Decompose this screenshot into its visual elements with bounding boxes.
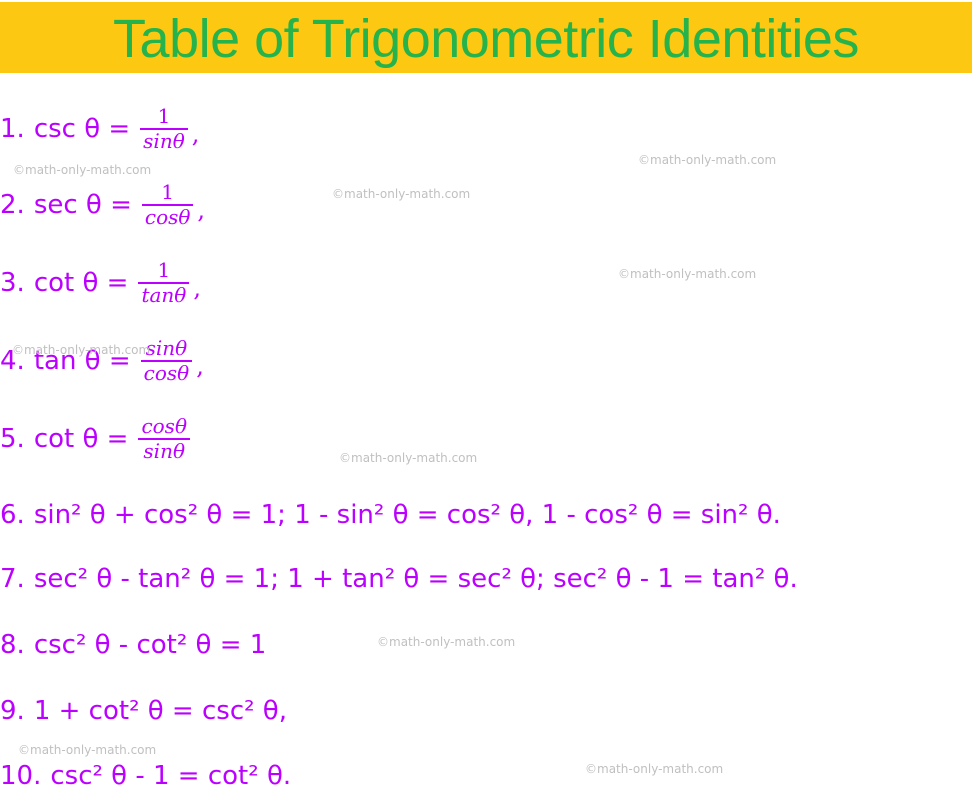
denominator: cosθ xyxy=(144,205,191,229)
identity-number: 6. xyxy=(0,500,25,530)
watermark: ©math-only-math.com xyxy=(377,635,516,649)
watermark: ©math-only-math.com xyxy=(638,153,777,167)
denominator: sinθ xyxy=(143,439,185,463)
fraction: 1 cosθ xyxy=(141,180,194,229)
fraction: 1 tanθ xyxy=(138,258,190,307)
identity-8: 8. csc² θ - cot² θ = 1 xyxy=(0,630,266,660)
identity-9: 9. 1 + cot² θ = csc² θ, xyxy=(0,696,287,726)
identity-number: 1. xyxy=(0,114,25,144)
watermark: ©math-only-math.com xyxy=(18,743,157,757)
numerator: 1 xyxy=(161,180,175,204)
watermark: ©math-only-math.com xyxy=(339,451,478,465)
identity-text: sin² θ + cos² θ = 1; 1 - sin² θ = cos² θ… xyxy=(33,500,781,530)
watermark: ©math-only-math.com xyxy=(332,187,471,201)
identity-lhs: csc θ = xyxy=(33,114,131,144)
identity-number: 8. xyxy=(0,630,25,660)
identity-3: 3. cot θ = 1 tanθ , xyxy=(0,260,201,306)
identity-number: 2. xyxy=(0,190,25,220)
denominator: tanθ xyxy=(141,283,187,307)
identity-number: 3. xyxy=(0,268,25,298)
identity-1: 1. csc θ = 1 sinθ , xyxy=(0,106,199,152)
watermark: ©math-only-math.com xyxy=(13,163,152,177)
identity-5: 5. cot θ = cosθ sinθ xyxy=(0,416,192,462)
identity-number: 10. xyxy=(0,761,42,791)
watermark: ©math-only-math.com xyxy=(585,762,724,776)
identity-lhs: cot θ = xyxy=(33,268,129,298)
identity-10: 10. csc² θ - 1 = cot² θ. xyxy=(0,761,291,791)
identity-7: 7. sec² θ - tan² θ = 1; 1 + tan² θ = sec… xyxy=(0,564,798,594)
identity-number: 5. xyxy=(0,424,25,454)
identity-text: 1 + cot² θ = csc² θ, xyxy=(33,696,287,726)
numerator: 1 xyxy=(157,104,171,128)
title-banner: Table of Trigonometric Identities xyxy=(0,2,972,73)
identity-6: 6. sin² θ + cos² θ = 1; 1 - sin² θ = cos… xyxy=(0,500,781,530)
watermark: ©math-only-math.com xyxy=(618,267,757,281)
identity-number: 9. xyxy=(0,696,25,726)
numerator: cosθ xyxy=(141,414,187,438)
identity-text: sec² θ - tan² θ = 1; 1 + tan² θ = sec² θ… xyxy=(33,564,798,594)
separator: , xyxy=(197,196,206,224)
separator: , xyxy=(193,274,201,302)
denominator: sinθ xyxy=(143,129,185,153)
identity-lhs: sec θ = xyxy=(33,190,132,220)
fraction: cosθ sinθ xyxy=(138,416,190,462)
identity-text: csc² θ - 1 = cot² θ. xyxy=(50,761,292,791)
identity-text: csc² θ - cot² θ = 1 xyxy=(33,630,267,660)
page-title: Table of Trigonometric Identities xyxy=(113,8,859,69)
separator: , xyxy=(196,352,204,380)
watermark: ©math-only-math.com xyxy=(12,343,151,357)
fraction: 1 sinθ xyxy=(140,106,188,152)
separator: , xyxy=(191,120,200,148)
identity-2: 2. sec θ = 1 cosθ , xyxy=(0,182,205,228)
identity-number: 7. xyxy=(0,564,25,594)
numerator: 1 xyxy=(157,258,171,282)
identity-lhs: cot θ = xyxy=(33,424,129,454)
denominator: cosθ xyxy=(143,361,190,385)
